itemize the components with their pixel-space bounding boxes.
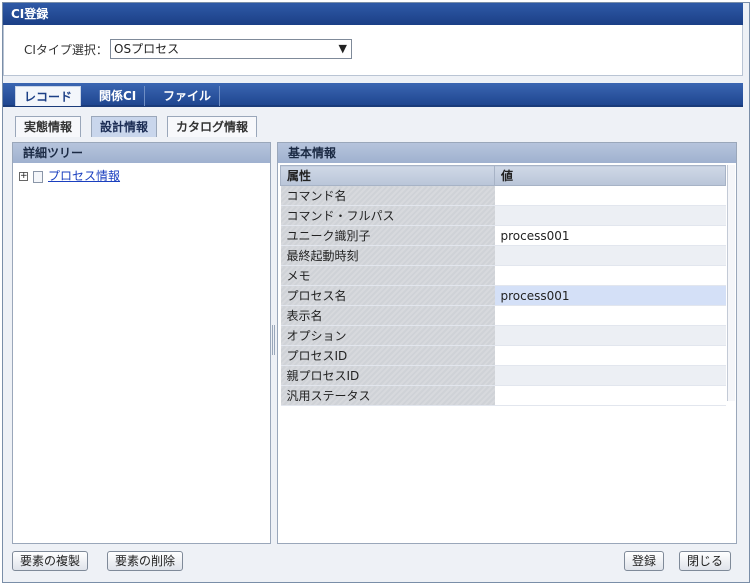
table-scrollbar[interactable] <box>727 165 735 401</box>
table-row[interactable]: コマンド・フルパス <box>280 205 726 226</box>
table-row[interactable]: ユニーク識別子 process001 <box>280 225 726 246</box>
attribute-name: ユニーク識別子 <box>280 225 495 246</box>
detail-tree-title: 詳細ツリー <box>13 143 270 163</box>
table-row[interactable]: メモ <box>280 265 726 286</box>
ci-type-selected-value: OSプロセス <box>114 42 180 56</box>
register-button[interactable]: 登録 <box>624 551 665 571</box>
delete-element-button[interactable]: 要素の削除 <box>107 551 184 571</box>
ci-type-label: CIタイプ選択： <box>24 43 108 57</box>
column-header-attribute: 属性 <box>280 165 495 186</box>
tab-related-ci[interactable]: 関係CI <box>91 86 146 106</box>
expand-icon[interactable]: + <box>19 172 28 181</box>
attribute-value[interactable] <box>494 365 726 386</box>
ci-type-select[interactable]: OSプロセス ▼ <box>110 39 352 59</box>
duplicate-element-button[interactable]: 要素の複製 <box>12 551 89 571</box>
table-row[interactable]: 表示名 <box>280 305 726 326</box>
attribute-value[interactable] <box>494 325 726 346</box>
attribute-name: プロセスID <box>280 345 495 366</box>
attribute-name: メモ <box>280 265 495 286</box>
attribute-name: 親プロセスID <box>280 365 495 386</box>
attribute-name: コマンド・フルパス <box>280 205 495 226</box>
panel-splitter-handle[interactable] <box>272 325 275 355</box>
tree-item: + プロセス情報 <box>19 167 120 184</box>
detail-tree-panel: 詳細ツリー + プロセス情報 <box>12 142 271 544</box>
ci-type-panel: CIタイプ選択： OSプロセス ▼ <box>3 25 743 76</box>
tab-catalog-info[interactable]: カタログ情報 <box>167 116 258 137</box>
table-row[interactable]: 汎用ステータス <box>280 385 726 406</box>
table-row[interactable]: 親プロセスID <box>280 365 726 386</box>
tree-item-process-info[interactable]: プロセス情報 <box>48 169 120 183</box>
attribute-table: 属性 値 コマンド名 コマンド・フルパス ユニーク識別子 process001 最… <box>280 165 726 406</box>
tab-actual-info[interactable]: 実態情報 <box>15 116 82 137</box>
attribute-name: プロセス名 <box>280 285 495 306</box>
attribute-value[interactable] <box>494 245 726 266</box>
attribute-name: オプション <box>280 325 495 346</box>
basic-info-title: 基本情報 <box>278 143 736 163</box>
tab-file[interactable]: ファイル <box>155 86 221 106</box>
attribute-name: 表示名 <box>280 305 495 326</box>
tab-record[interactable]: レコード <box>15 86 82 106</box>
attribute-value[interactable] <box>494 265 726 286</box>
table-row-selected[interactable]: プロセス名 process001 <box>280 285 726 306</box>
table-row[interactable]: プロセスID <box>280 345 726 366</box>
tab-design-info[interactable]: 設計情報 <box>91 116 158 137</box>
attribute-value[interactable] <box>494 345 726 366</box>
table-row[interactable]: オプション <box>280 325 726 346</box>
table-row[interactable]: コマンド名 <box>280 185 726 206</box>
table-row[interactable]: 最終起動時刻 <box>280 245 726 266</box>
attribute-value[interactable] <box>494 385 726 406</box>
attribute-name: 最終起動時刻 <box>280 245 495 266</box>
attribute-name: 汎用ステータス <box>280 385 495 406</box>
window-title: CI登録 <box>3 3 743 25</box>
document-icon <box>33 170 43 183</box>
attribute-value[interactable] <box>494 305 726 326</box>
basic-info-panel: 基本情報 属性 値 コマンド名 コマンド・フルパス ユニーク識別子 process… <box>277 142 737 544</box>
main-tab-bar: レコード 関係CI ファイル <box>3 83 743 107</box>
attribute-value[interactable] <box>494 205 726 226</box>
attribute-value[interactable]: process001 <box>494 225 726 246</box>
attribute-value[interactable] <box>494 185 726 206</box>
attribute-name: コマンド名 <box>280 185 495 206</box>
attribute-value[interactable]: process001 <box>494 285 726 306</box>
close-button[interactable]: 閉じる <box>679 551 732 571</box>
chevron-down-icon: ▼ <box>338 42 347 55</box>
column-header-value: 値 <box>494 165 726 186</box>
